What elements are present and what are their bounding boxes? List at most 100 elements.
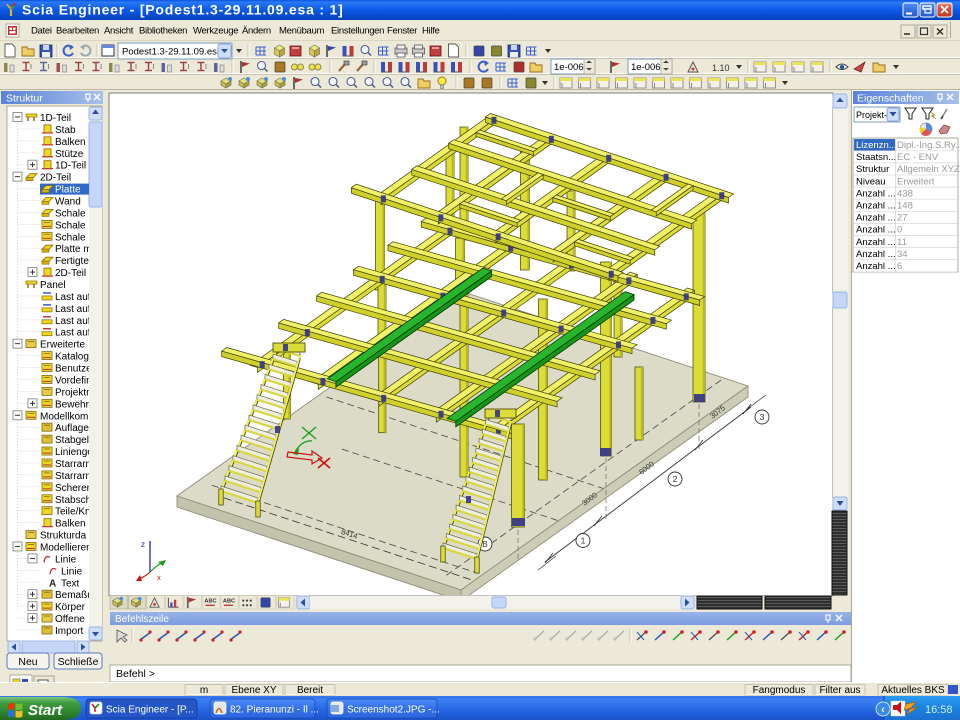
svg-text:82. Pieranunzi - Il ...: 82. Pieranunzi - Il ... [230, 705, 319, 716]
svg-text:Linie: Linie [61, 566, 83, 577]
svg-text:Modellkom: Modellkom [40, 411, 88, 422]
svg-text:1e-006: 1e-006 [554, 62, 584, 73]
svg-text:Datei: Datei [31, 26, 52, 37]
svg-text:Stab: Stab [55, 125, 76, 136]
svg-text:Werkzeuge: Werkzeuge [193, 26, 238, 37]
svg-text:Podest1.3-29.11.09.esa: Podest1.3-29.11.09.esa [122, 47, 223, 58]
svg-text:Bewehru: Bewehru [55, 399, 94, 410]
svg-text:Modellieren: Modellieren [40, 542, 92, 553]
svg-text:Struktur: Struktur [6, 93, 43, 105]
svg-text:Strukturda: Strukturda [40, 531, 87, 542]
svg-text:Ebene XY: Ebene XY [231, 685, 276, 696]
svg-text:Niveau: Niveau [856, 176, 886, 187]
svg-text:Körper: Körper [55, 602, 86, 613]
svg-text:Hilfe: Hilfe [422, 26, 440, 37]
svg-text:Bibliotheken: Bibliotheken [139, 26, 187, 37]
svg-text:0: 0 [897, 225, 902, 236]
svg-text:Schließe: Schließe [58, 656, 99, 668]
svg-text:Erweiterte: Erweiterte [40, 340, 85, 351]
svg-text:Stütze: Stütze [55, 149, 84, 160]
svg-text:Einstellungen: Einstellungen [331, 26, 384, 37]
svg-text:Stabgele: Stabgele [55, 435, 95, 446]
svg-text:Start: Start [28, 702, 63, 719]
svg-text:Last auf: Last auf [55, 328, 91, 339]
svg-text:Text: Text [61, 578, 80, 589]
svg-text:Ändern: Ändern [242, 26, 271, 37]
svg-text:34: 34 [897, 249, 908, 260]
svg-text:Allgemein XYZ: Allgemein XYZ [897, 164, 960, 175]
svg-text:Bearbeiten: Bearbeiten [56, 26, 99, 37]
svg-text:ABC: ABC [204, 599, 216, 605]
svg-text:Platte: Platte [55, 185, 81, 196]
svg-text:Fangmodus: Fangmodus [753, 685, 806, 696]
svg-text:Auflager: Auflager [55, 423, 93, 434]
svg-text:Last auf: Last auf [55, 304, 91, 315]
svg-text:Ansicht: Ansicht [104, 26, 134, 37]
svg-text:Filter aus: Filter aus [819, 685, 860, 696]
svg-text:438: 438 [897, 188, 913, 199]
svg-text:Erweitert: Erweitert [897, 176, 935, 187]
svg-text:Menübaum: Menübaum [279, 26, 325, 37]
svg-text:Scia Engineer - [P...: Scia Engineer - [P... [106, 705, 194, 716]
svg-text:Bereit: Bereit [297, 685, 323, 696]
svg-text:Anzahl ...: Anzahl ... [856, 225, 896, 236]
svg-text:11: 11 [897, 237, 907, 248]
svg-text:Last auf: Last auf [55, 292, 91, 303]
svg-text:Offene: Offene [55, 614, 85, 625]
svg-text:Linie: Linie [55, 554, 77, 565]
svg-text:m: m [200, 685, 208, 696]
svg-text:Anzahl ...: Anzahl ... [856, 261, 896, 272]
svg-text:Screenshot2.JPG -...: Screenshot2.JPG -... [347, 705, 440, 716]
svg-text:1e-006: 1e-006 [631, 62, 661, 73]
svg-text:Panel: Panel [40, 280, 66, 291]
svg-text:Last auf: Last auf [55, 316, 91, 327]
svg-text:Anzahl ...: Anzahl ... [856, 213, 896, 224]
svg-text:2D-Teil: 2D-Teil [55, 268, 86, 279]
svg-text:Starrarm: Starrarm [55, 459, 94, 470]
svg-text:1.10: 1.10 [712, 63, 730, 73]
svg-text:Vordefini: Vordefini [55, 375, 94, 386]
svg-text:Stabschl: Stabschl [55, 495, 93, 506]
svg-text:1: 1 [581, 536, 586, 546]
svg-text:2D-Teil: 2D-Teil [40, 173, 71, 184]
svg-text:Import: Import [55, 626, 84, 637]
svg-text:x: x [157, 573, 161, 582]
svg-text:A: A [49, 578, 56, 589]
svg-text:1D-Teil: 1D-Teil [40, 113, 71, 124]
svg-text:Schale: Schale [55, 232, 86, 243]
svg-text:Fertigte: Fertigte [55, 256, 89, 267]
svg-text:Anzahl ...: Anzahl ... [856, 249, 896, 260]
svg-text:16:58: 16:58 [925, 704, 953, 716]
svg-text:Katalogb: Katalogb [55, 352, 95, 363]
svg-text:Balken: Balken [55, 137, 86, 148]
svg-text:3: 3 [760, 412, 765, 422]
svg-text:Eigenschaften: Eigenschaften [857, 93, 924, 105]
svg-text:Schale: Schale [55, 208, 86, 219]
svg-text:Projekt-I: Projekt-I [856, 110, 890, 120]
svg-text:Anzahl ...: Anzahl ... [856, 201, 896, 212]
svg-text:27: 27 [897, 213, 908, 224]
svg-text:Platte m: Platte m [55, 244, 92, 255]
svg-text:Fenster: Fenster [387, 26, 417, 37]
svg-text:Befehlszeile: Befehlszeile [115, 614, 169, 625]
svg-text:Starrarm: Starrarm [55, 471, 94, 482]
svg-text:Anzahl ...: Anzahl ... [856, 188, 896, 199]
svg-text:Anzahl ...: Anzahl ... [856, 237, 896, 248]
svg-text:Struktur: Struktur [856, 164, 889, 175]
svg-text:z: z [141, 540, 145, 549]
svg-text:Neu: Neu [18, 656, 37, 668]
svg-text:1D-Teil: 1D-Teil [55, 161, 86, 172]
svg-text:Staatsn...: Staatsn... [856, 152, 896, 163]
svg-text:EC - ENV: EC - ENV [897, 152, 939, 163]
svg-text:‹: ‹ [881, 704, 885, 716]
svg-text:ABC: ABC [223, 599, 235, 605]
svg-text:Wand: Wand [55, 197, 81, 208]
svg-text:Befehl >: Befehl > [116, 668, 155, 680]
svg-text:Scia Engineer - [Podest1.3-29.: Scia Engineer - [Podest1.3-29.11.09.esa … [22, 2, 344, 18]
svg-text:Projektm: Projektm [55, 387, 94, 398]
svg-text:Dipl.-Ing.S.Ry...: Dipl.-Ing.S.Ry... [897, 140, 960, 151]
svg-text:6: 6 [897, 261, 902, 272]
svg-text:Schale: Schale [55, 220, 86, 231]
svg-text:B: B [482, 539, 488, 549]
svg-text:2: 2 [673, 474, 678, 484]
